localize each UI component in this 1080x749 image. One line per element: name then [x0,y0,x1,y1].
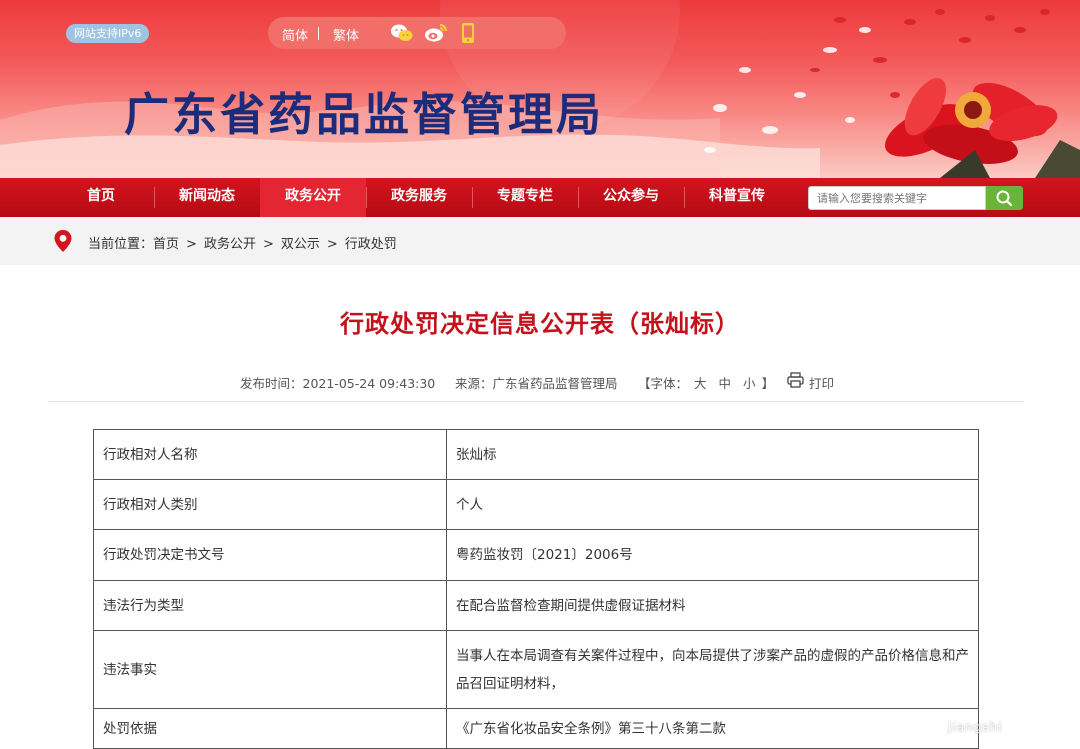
table-value-cell: 张灿标 [446,429,979,480]
ipv6-badge: 网站支持IPv6 [66,24,150,43]
print-link[interactable]: 打印 [809,373,834,392]
table-row: 违法行为类型 在配合监督检查期间提供虚假证据材料 [93,580,979,631]
font-size-close: 】 [761,376,775,391]
location-pin-icon [54,230,72,252]
table-label-cell: 行政相对人名称 [93,429,447,480]
font-size-controls: 【字体： 大中小】 [638,373,774,392]
source: 来源：广东省药品监督管理局 [455,376,618,391]
search-input[interactable] [808,186,986,210]
font-size-label: 【字体： [638,376,689,391]
table-row: 违法事实 当事人在本局调查有关案件过程中，向本局提供了涉案产品的虚假的产品价格信… [93,630,979,709]
nav-item-participation[interactable]: 公众参与 [578,178,684,217]
weibo-icon[interactable] [424,22,448,48]
table-row: 行政相对人名称 张灿标 [93,429,979,480]
lang-simplified-link[interactable]: 简体 [282,25,308,44]
breadcrumb-link-gov-affairs[interactable]: 政务公开 [204,233,256,252]
breadcrumb-link-home[interactable]: 首页 [153,233,179,252]
table-label-cell: 处罚依据 [93,708,447,749]
table-value-cell: 《广东省化妆品安全条例》第三十八条第二款 [446,708,979,749]
table-row: 行政相对人类别 个人 [93,479,979,530]
font-large-button[interactable]: 大 [694,376,707,391]
breadcrumb-link-admin-penalty[interactable]: 行政处罚 [345,233,397,252]
breadcrumb-separator: > [262,237,274,252]
toolbar-divider [318,27,319,40]
font-small-button[interactable]: 小 [743,376,756,391]
lang-traditional-link[interactable]: 繁体 [333,25,359,44]
nav-item-home[interactable]: 首页 [48,178,154,217]
nav-item-gov-affairs[interactable]: 政务公开 [260,178,366,217]
kapok-flower-decoration [704,9,1080,178]
table-label-cell: 违法行为类型 [93,580,447,631]
search-button[interactable] [986,186,1023,210]
page-title: 行政处罚决定信息公开表（张灿标） [340,310,740,338]
table-value-cell: 个人 [446,479,979,530]
mobile-icon[interactable] [460,22,476,48]
table-row: 行政处罚决定书文号 粤药监妆罚〔2021〕2006号 [93,529,979,581]
nav-item-topics[interactable]: 专题专栏 [472,178,578,217]
wechat-icon[interactable] [390,22,414,48]
header-banner: 网站支持IPv6 简体 繁体 广东省药品监督管理局 [0,0,1080,178]
table-value-cell: 粤药监妆罚〔2021〕2006号 [446,529,979,581]
search-icon [996,190,1013,207]
watermark: jiangshi [948,720,1003,734]
breadcrumb-prefix: 当前位置： [88,237,154,252]
table-label-cell: 行政相对人类别 [93,479,447,530]
breadcrumb-bar: 当前位置：首页 > 政务公开 > 双公示 > 行政处罚 [0,217,1080,265]
penalty-info-table: 行政相对人名称 张灿标 行政相对人类别 个人 行政处罚决定书文号 粤药监妆罚〔2… [93,429,979,749]
font-medium-button[interactable]: 中 [719,376,732,391]
language-social-toolbar: 简体 繁体 [268,17,566,49]
table-label-cell: 行政处罚决定书文号 [93,529,447,581]
table-value-cell: 当事人在本局调查有关案件过程中，向本局提供了涉案产品的虚假的产品价格信息和产品召… [446,630,979,709]
table-value-cell: 在配合监督检查期间提供虚假证据材料 [446,580,979,631]
table-row: 处罚依据 《广东省化妆品安全条例》第三十八条第二款 [93,708,979,749]
breadcrumb-link-double-publicity[interactable]: 双公示 [281,233,320,252]
breadcrumb-separator: > [186,237,197,252]
breadcrumb-separator: > [326,237,338,252]
nav-item-news[interactable]: 新闻动态 [154,178,260,217]
nav-item-science[interactable]: 科普宣传 [684,178,790,217]
breadcrumb: 当前位置：首页 > 政务公开 > 双公示 > 行政处罚 [88,233,397,252]
article-divider [48,401,1024,402]
nav-item-gov-services[interactable]: 政务服务 [366,178,472,217]
printer-icon[interactable] [787,372,804,388]
publish-time: 发布时间：2021-05-24 09:43:30 [240,376,436,391]
site-title: 广东省药品监督管理局 [124,88,605,141]
table-label-cell: 违法事实 [93,630,447,709]
